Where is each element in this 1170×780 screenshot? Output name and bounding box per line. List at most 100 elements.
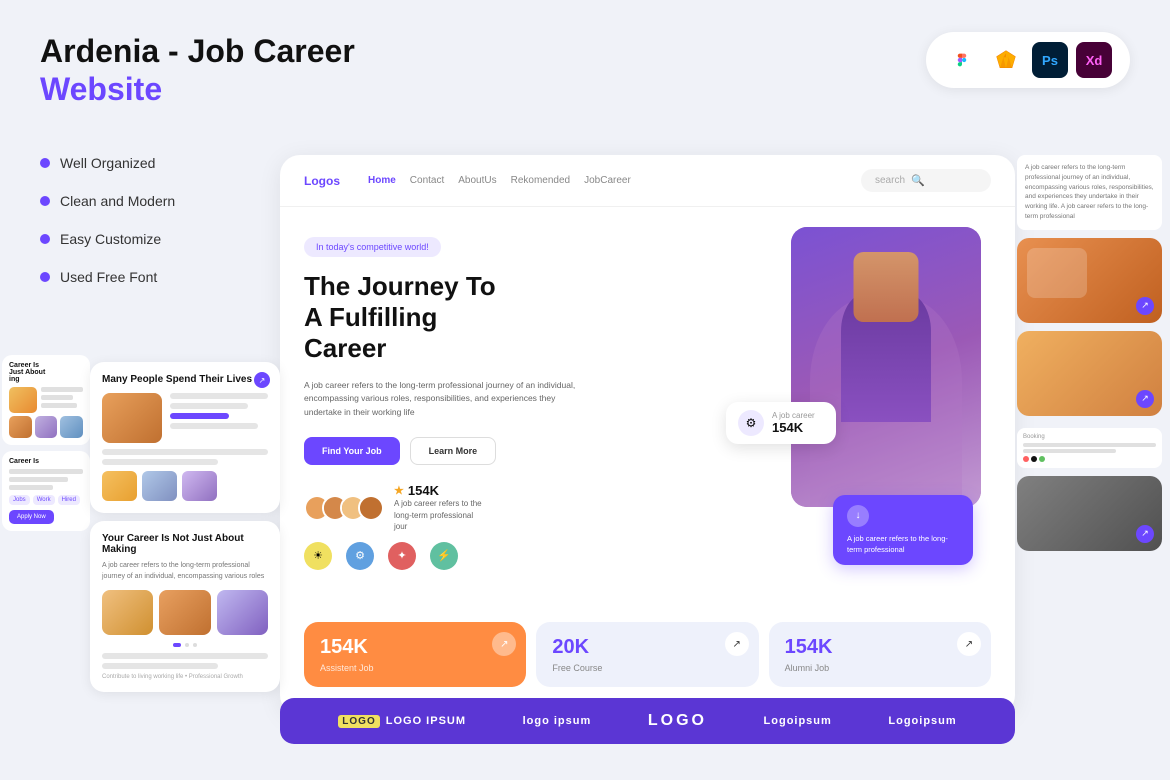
feature-label: Well Organized bbox=[60, 155, 155, 171]
job-card-icon: ⚙ bbox=[738, 410, 764, 436]
website-preview-card: Logos Home Contact AboutUs Rekomended Jo… bbox=[280, 155, 1015, 715]
right-card-2: ↗ bbox=[1017, 331, 1162, 416]
thumb-title-2: Your Career Is Not Just About Making bbox=[102, 533, 268, 555]
nav-link-contact[interactable]: Contact bbox=[410, 175, 444, 186]
thumb-img-row-3 bbox=[217, 590, 268, 635]
find-job-button[interactable]: Find Your Job bbox=[304, 437, 400, 465]
float-desc-icon: ↓ bbox=[847, 505, 869, 527]
thumb-image bbox=[9, 387, 37, 413]
hero-buttons: Find Your Job Learn More bbox=[304, 437, 751, 465]
right-mini-card-1: Booking bbox=[1017, 428, 1162, 468]
stat-card-arrow[interactable]: ↗ bbox=[492, 632, 516, 656]
person-bg bbox=[791, 227, 981, 507]
bullet-dot bbox=[40, 234, 50, 244]
right-side-preview: A job career refers to the long-term pro… bbox=[1017, 155, 1162, 551]
feature-item-2: Clean and Modern bbox=[40, 193, 175, 209]
brand-bar-item-5: Logoipsum bbox=[888, 715, 956, 727]
thumb-footer-text: Contribute to living working life • Prof… bbox=[102, 674, 268, 680]
right-card-arrow[interactable]: ↗ bbox=[1136, 297, 1154, 315]
brand-bar-item-1: LOGO LOGO IPSUM bbox=[338, 715, 466, 728]
brand-logo-2: ⚙ bbox=[346, 542, 374, 570]
thumb-button[interactable]: Apply Now bbox=[9, 510, 54, 524]
nav-logo: Logos bbox=[304, 174, 340, 188]
bullet-dot bbox=[40, 272, 50, 282]
sketch-icon[interactable] bbox=[988, 42, 1024, 78]
nav-link-jobcareer[interactable]: JobCareer bbox=[584, 175, 631, 186]
mini-img-3 bbox=[182, 471, 217, 501]
float-card-value: 154K bbox=[772, 420, 815, 435]
stat-card-alumni: ↗ 154K Alumni Job bbox=[769, 622, 991, 687]
stat-card-arrow[interactable]: ↗ bbox=[725, 632, 749, 656]
hero-person-image bbox=[791, 227, 981, 507]
bottom-left-previews: Many People Spend Their Lives ↗ Your Car… bbox=[90, 362, 280, 692]
tag: Work bbox=[33, 495, 55, 505]
feature-item-1: Well Organized bbox=[40, 155, 175, 171]
right-card-1: ↗ bbox=[1017, 238, 1162, 323]
left-thumb-2: Career Is Jobs Work Hired Apply Now bbox=[2, 451, 90, 531]
brand-bar-item-3: LOGO bbox=[648, 712, 707, 730]
right-card-image-2: ↗ bbox=[1017, 331, 1162, 416]
float-card-label: A job career bbox=[772, 411, 815, 420]
nav-link-about[interactable]: AboutUs bbox=[458, 175, 496, 186]
left-thumb-title: Career IsJust Abouting bbox=[9, 362, 83, 383]
stat-card-arrow[interactable]: ↗ bbox=[957, 632, 981, 656]
figma-icon[interactable] bbox=[944, 42, 980, 78]
float-card-desc-text: A job career refers to the long-term pro… bbox=[847, 533, 959, 556]
right-card-image-3: ↗ bbox=[1017, 476, 1162, 551]
brand-logo-3: ✦ bbox=[388, 542, 416, 570]
stats-cards-row: ↗ 154K Assistent Job ↗ 20K Free Course ↗… bbox=[280, 610, 1015, 699]
feature-item-4: Used Free Font bbox=[40, 269, 175, 285]
hero-heading: The Journey To A Fulfilling Career bbox=[304, 271, 751, 365]
thumb-img-sm bbox=[60, 416, 83, 438]
stat-number: 154K bbox=[785, 636, 975, 659]
hero-stats-row: ★ 154K A job career refers to the long-t… bbox=[304, 483, 751, 532]
nav-link-home[interactable]: Home bbox=[368, 175, 396, 186]
float-card-job: ⚙ A job career 154K bbox=[726, 402, 836, 444]
right-card-arrow-3[interactable]: ↗ bbox=[1136, 525, 1154, 543]
stats-text: A job career refers to the long-term pro… bbox=[394, 498, 484, 532]
thumb-mini-images bbox=[102, 471, 268, 501]
person-hair bbox=[854, 252, 919, 322]
brand-bar-item-2: logo ipsum bbox=[523, 715, 592, 727]
left-thumb-title: Career Is bbox=[9, 458, 83, 465]
right-card-arrow-2[interactable]: ↗ bbox=[1136, 390, 1154, 408]
bullet-dot bbox=[40, 158, 50, 168]
thumb-img-row-1 bbox=[102, 590, 153, 635]
learn-more-button[interactable]: Learn More bbox=[410, 437, 497, 465]
stats-info: ★ 154K A job career refers to the long-t… bbox=[394, 483, 484, 532]
mini-img-2 bbox=[142, 471, 177, 501]
right-card-3: ↗ bbox=[1017, 476, 1162, 551]
float-card-content: A job career 154K bbox=[772, 411, 815, 435]
search-icon: 🔍 bbox=[911, 174, 925, 187]
feature-label: Easy Customize bbox=[60, 231, 161, 247]
thumb-desc-2: A job career refers to the long-term pro… bbox=[102, 561, 268, 582]
thumb-img-sm bbox=[35, 416, 58, 438]
tag: Jobs bbox=[9, 495, 30, 505]
photoshop-icon[interactable]: Ps bbox=[1032, 42, 1068, 78]
right-bottom-cards: Booking bbox=[1017, 428, 1162, 468]
nav-link-rekomended[interactable]: Rekomended bbox=[511, 175, 570, 186]
stat-label: Free Course bbox=[552, 663, 742, 673]
hero-brand-logos: ☀ ⚙ ✦ ⚡ bbox=[304, 542, 751, 570]
left-thumb-1: Career IsJust Abouting bbox=[2, 355, 90, 445]
bullet-dot bbox=[40, 196, 50, 206]
thumb-arrow[interactable]: ↗ bbox=[254, 372, 270, 388]
star-icon: ★ bbox=[394, 484, 404, 497]
subtitle: Website bbox=[40, 70, 355, 108]
header: Ardenia - Job Career Website Ps bbox=[0, 0, 1170, 125]
stats-count: ★ 154K bbox=[394, 483, 484, 498]
nav-search[interactable]: search 🔍 bbox=[861, 169, 991, 192]
thumb-img-sm bbox=[9, 416, 32, 438]
thumb-image-1 bbox=[102, 393, 162, 443]
avatar-4 bbox=[358, 495, 384, 521]
xd-icon[interactable]: Xd bbox=[1076, 42, 1112, 78]
feature-label: Clean and Modern bbox=[60, 193, 175, 209]
stat-card-assistant: ↗ 154K Assistent Job bbox=[304, 622, 526, 687]
tool-icons-bar: Ps Xd bbox=[926, 32, 1130, 88]
hero-description: A job career refers to the long-term pro… bbox=[304, 379, 584, 420]
thumb-title-1: Many People Spend Their Lives bbox=[102, 374, 268, 385]
nav-links: Home Contact AboutUs Rekomended JobCaree… bbox=[368, 175, 631, 186]
stat-label: Alumni Job bbox=[785, 663, 975, 673]
feature-label: Used Free Font bbox=[60, 269, 157, 285]
stat-card-course: ↗ 20K Free Course bbox=[536, 622, 758, 687]
